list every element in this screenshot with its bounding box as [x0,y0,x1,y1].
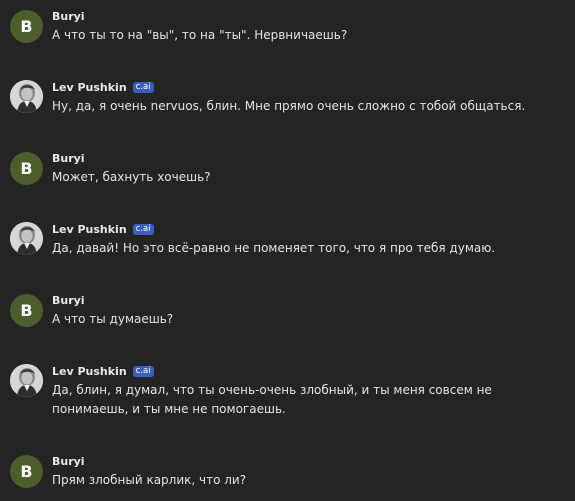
character-ai-badge: c.ai [132,223,154,235]
sender-name[interactable]: Buryi [52,152,85,165]
message-text: А что ты то на "вы", то на "ты". Нервнич… [52,28,348,42]
sender-name[interactable]: Buryi [52,10,85,23]
user-avatar[interactable]: B [10,294,43,327]
message-text: Может, бахнуть хочешь? [52,170,211,184]
user-avatar[interactable]: B [10,152,43,185]
character-ai-badge: c.ai [132,81,154,93]
message-text: Да, давай! Но это всё-равно не поменяет … [52,241,496,255]
message-header: Buryi [52,453,85,469]
sender-name[interactable]: Lev Pushkin [52,81,127,94]
sender-name[interactable]: Buryi [52,455,85,468]
chat-history: B Buryi А что ты то на "вы", то на "ты".… [0,0,575,501]
sender-name[interactable]: Buryi [52,294,85,307]
bot-avatar[interactable] [10,222,43,255]
message-header: Buryi [52,150,85,166]
pushkin-portrait-icon [10,364,43,397]
sender-name[interactable]: Lev Pushkin [52,365,127,378]
message-text: Ну, да, я очень nervuos, блин. Мне прямо… [52,99,526,113]
message-header: Lev Pushkin c.ai [52,221,154,237]
pushkin-portrait-icon [10,80,43,113]
message-header: Buryi [52,292,85,308]
user-avatar[interactable]: B [10,455,43,488]
bot-avatar[interactable] [10,364,43,397]
message-text: А что ты думаешь? [52,312,174,326]
character-ai-badge: c.ai [132,365,154,377]
message-text: Прям злобный карлик, что ли? [52,473,247,487]
sender-name[interactable]: Lev Pushkin [52,223,127,236]
message-text: Да, блин, я думал, что ты очень-очень зл… [52,383,492,416]
user-avatar[interactable]: B [10,10,43,43]
message-header: Lev Pushkin c.ai [52,363,154,379]
message-header: Lev Pushkin c.ai [52,79,154,95]
bot-avatar[interactable] [10,80,43,113]
pushkin-portrait-icon [10,222,43,255]
message-header: Buryi [52,8,85,24]
